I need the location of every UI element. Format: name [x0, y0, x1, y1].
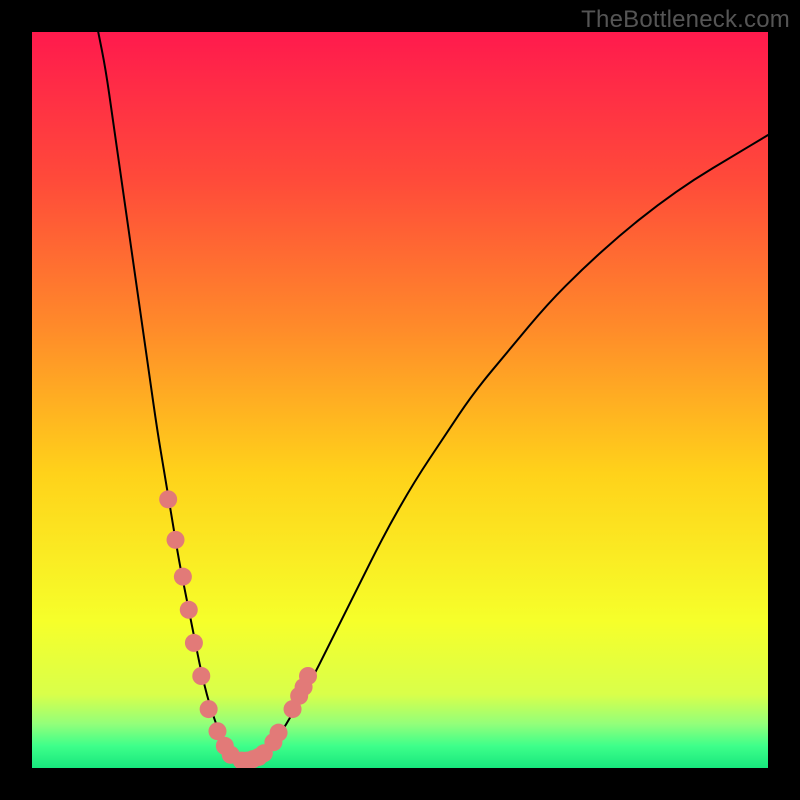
plot-area [32, 32, 768, 768]
plot-overlay [32, 32, 768, 768]
marker-dot [180, 601, 198, 619]
marker-dot [270, 724, 288, 742]
marker-dot [200, 700, 218, 718]
marker-dot [167, 531, 185, 549]
marker-dot [159, 490, 177, 508]
chart-frame: TheBottleneck.com [0, 0, 800, 800]
curve-path [98, 32, 768, 760]
marker-dot [185, 634, 203, 652]
watermark-text: TheBottleneck.com [581, 6, 790, 34]
marker-dot [174, 568, 192, 586]
highlight-markers [159, 490, 317, 768]
bottleneck-curve [98, 32, 768, 760]
marker-dot [299, 667, 317, 685]
marker-dot [192, 667, 210, 685]
